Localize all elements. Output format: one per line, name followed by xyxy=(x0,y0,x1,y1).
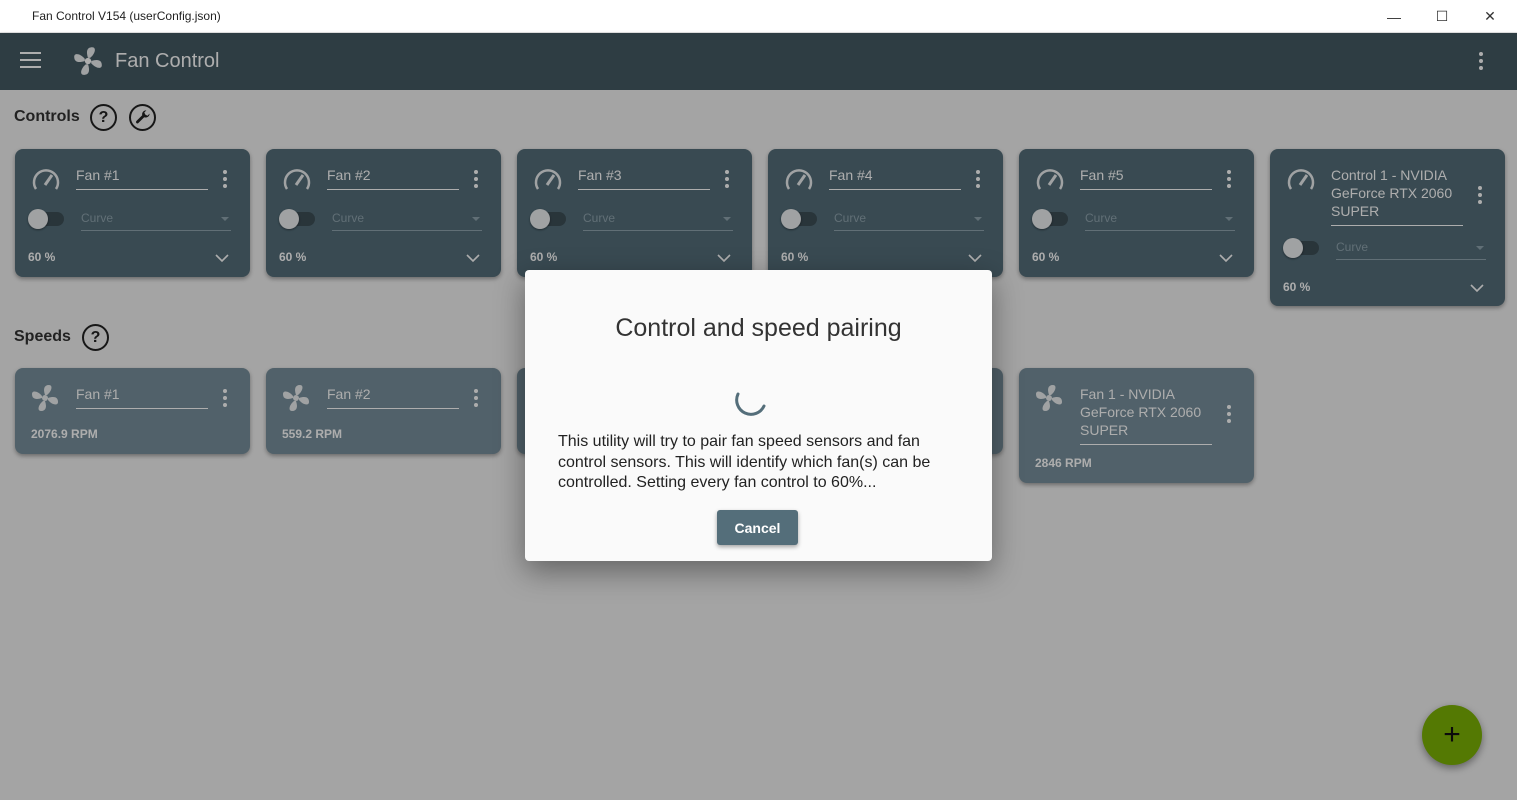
cancel-button[interactable]: Cancel xyxy=(717,510,798,545)
maximize-icon: ☐ xyxy=(1435,8,1449,24)
dialog-title: Control and speed pairing xyxy=(615,314,902,342)
window-title: Fan Control V154 (userConfig.json) xyxy=(32,9,221,23)
minimize-icon: — xyxy=(1387,8,1401,25)
close-button[interactable]: ✕ xyxy=(1467,0,1513,33)
loading-spinner-icon xyxy=(735,392,766,416)
maximize-button[interactable]: ☐ xyxy=(1419,0,1465,33)
dialog-message: This utility will try to pair fan speed … xyxy=(558,433,931,491)
close-icon: ✕ xyxy=(1484,8,1496,24)
minimize-button[interactable]: — xyxy=(1371,0,1417,33)
pairing-dialog: Control and speed pairing This utility w… xyxy=(525,270,992,561)
window-titlebar: Fan Control V154 (userConfig.json) — ☐ ✕ xyxy=(0,0,1517,33)
